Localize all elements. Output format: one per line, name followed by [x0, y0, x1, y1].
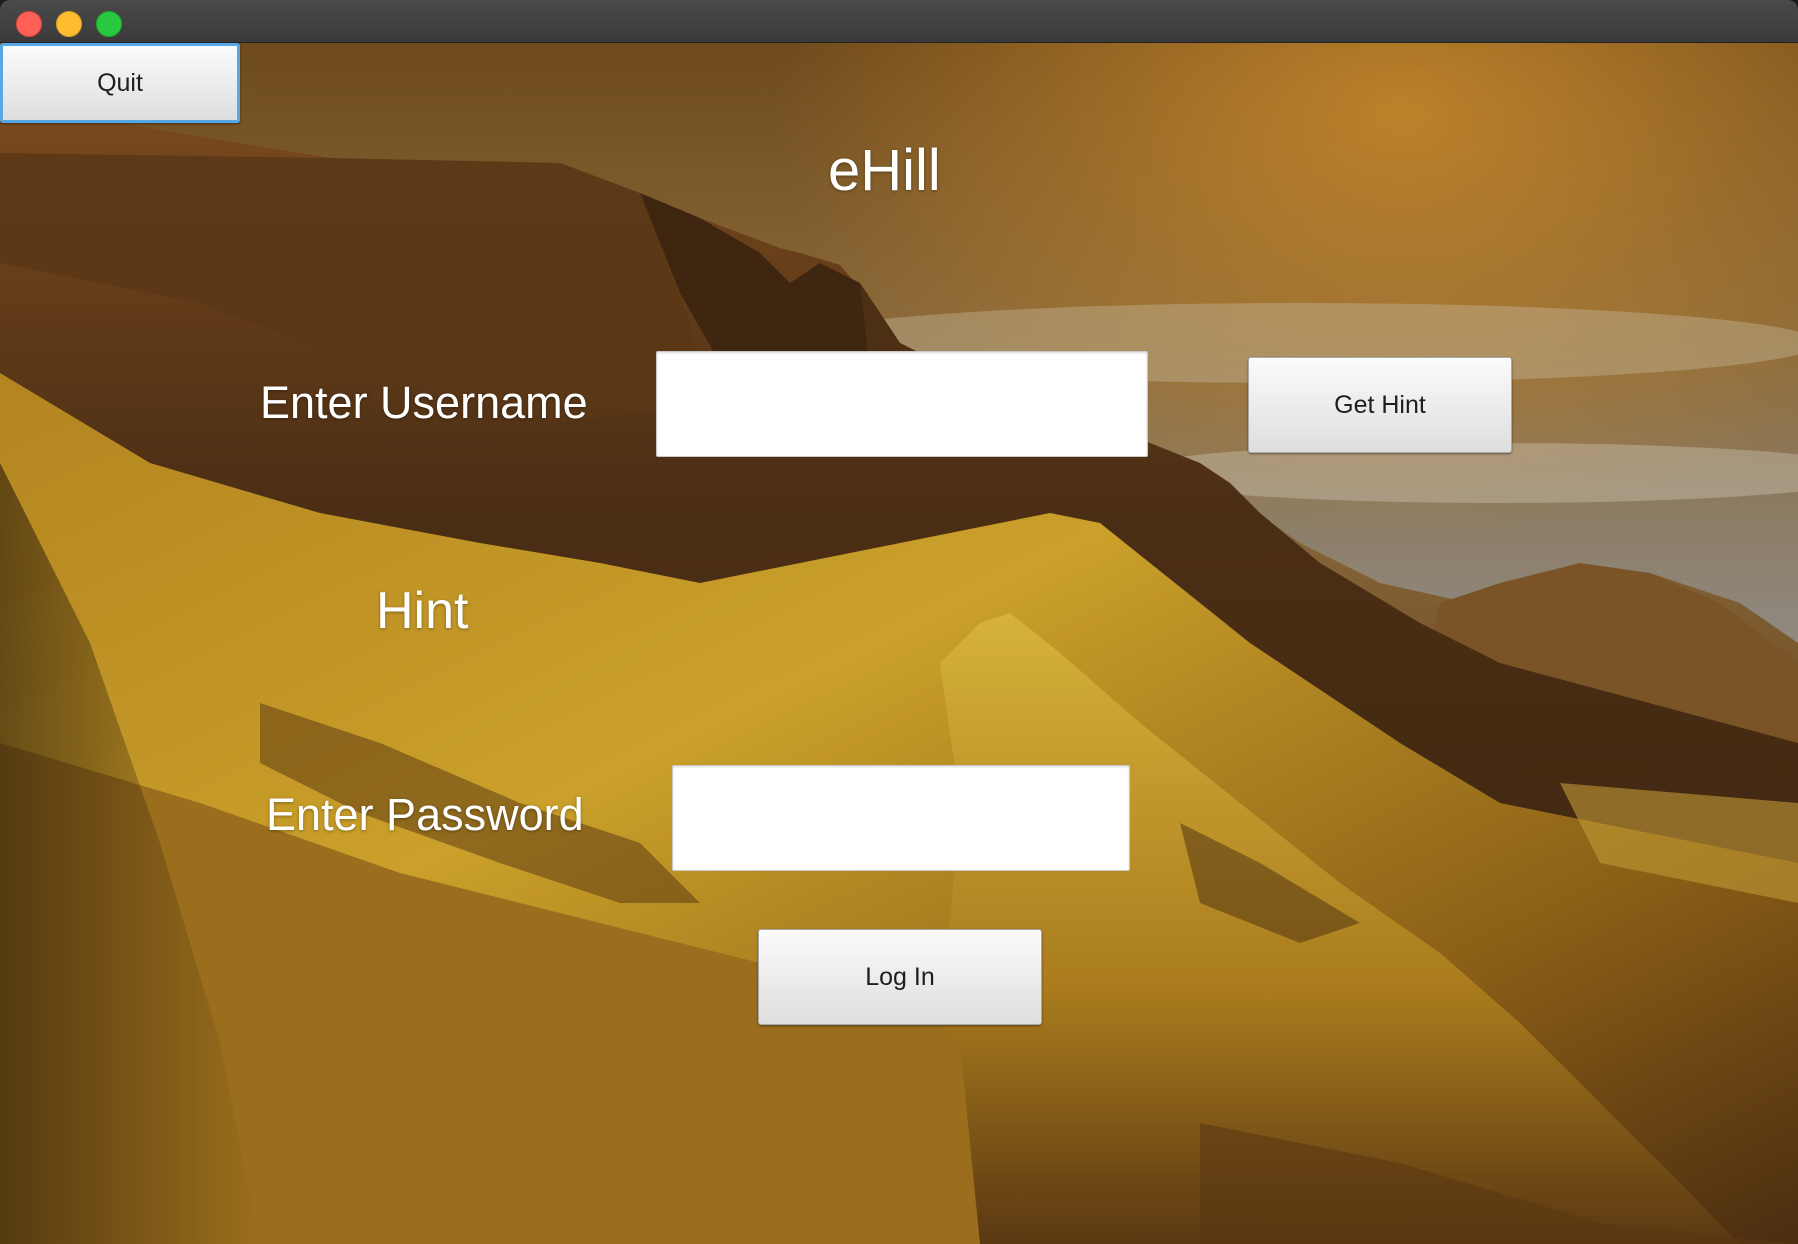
zoom-window-button[interactable] — [96, 11, 122, 37]
hint-label: Hint — [376, 582, 469, 640]
app-title: eHill — [828, 138, 941, 203]
login-screen: Quit eHill Enter Username Get Hint Hint … — [0, 43, 1798, 1244]
password-field[interactable] — [672, 765, 1130, 871]
get-hint-button[interactable]: Get Hint — [1248, 357, 1512, 453]
landscape-background — [0, 43, 1798, 1244]
log-in-button[interactable]: Log In — [758, 929, 1042, 1025]
close-window-button[interactable] — [16, 11, 42, 37]
username-field[interactable] — [656, 351, 1148, 457]
quit-button[interactable]: Quit — [0, 43, 240, 123]
title-bar — [0, 0, 1798, 43]
app-window: Quit eHill Enter Username Get Hint Hint … — [0, 0, 1798, 1244]
username-label: Enter Username — [260, 377, 588, 428]
password-label: Enter Password — [266, 789, 584, 840]
minimize-window-button[interactable] — [56, 11, 82, 37]
